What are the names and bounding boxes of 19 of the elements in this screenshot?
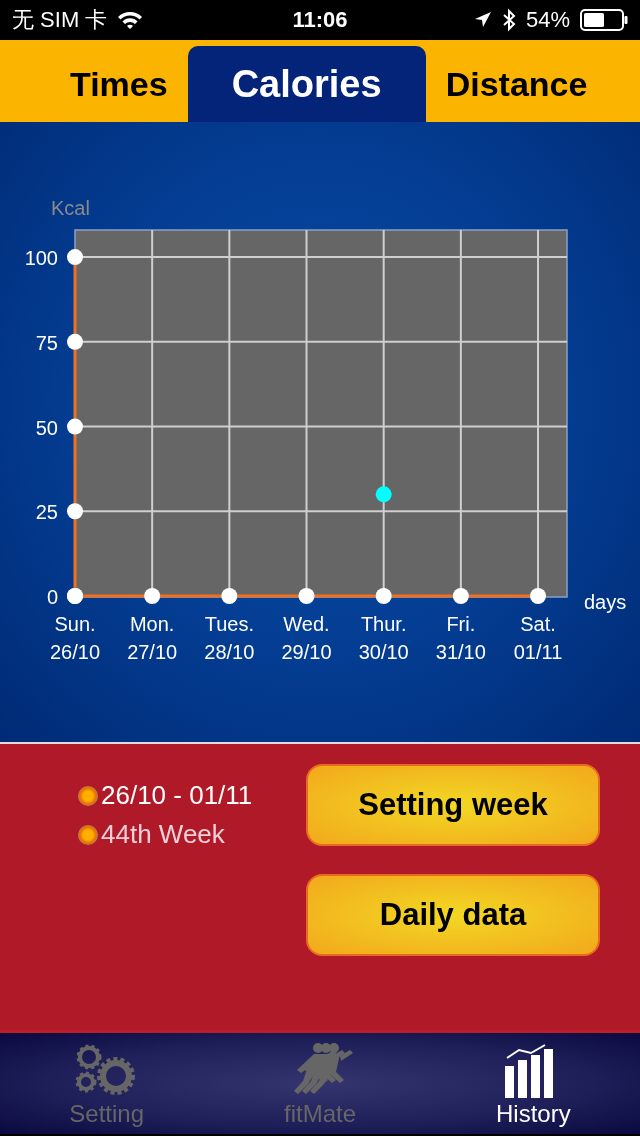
x-tick-label: Fri. 31/10	[435, 613, 486, 663]
y-tick-label: 100	[24, 247, 58, 270]
carrier-text: 无 SIM 卡	[12, 6, 108, 34]
battery-percent-text: 54%	[525, 7, 570, 33]
clock-text: 11:06	[292, 7, 348, 33]
x-tick-label: Mon. 27/10	[127, 613, 178, 663]
y-tick-label: 50	[35, 416, 58, 439]
x-tick-label: Sat. 01/11	[513, 613, 563, 663]
week-text: 26/10 - 01/11	[101, 780, 253, 811]
week-text: 44th Week	[101, 819, 225, 850]
x-tick-label: Thur. 30/10	[358, 613, 409, 663]
x-axis-label: days	[584, 591, 627, 613]
y-tick-label: 0	[46, 586, 58, 608]
y-tick-label: 75	[35, 331, 58, 354]
x-tick-label: Wed. 29/10	[281, 613, 332, 663]
y-tick-label: 25	[35, 501, 58, 524]
x-tick-label: Sun. 26/10	[49, 613, 101, 663]
x-tick-label: Tues. 28/10	[204, 613, 255, 663]
y-axis-label: Kcal	[51, 197, 90, 219]
